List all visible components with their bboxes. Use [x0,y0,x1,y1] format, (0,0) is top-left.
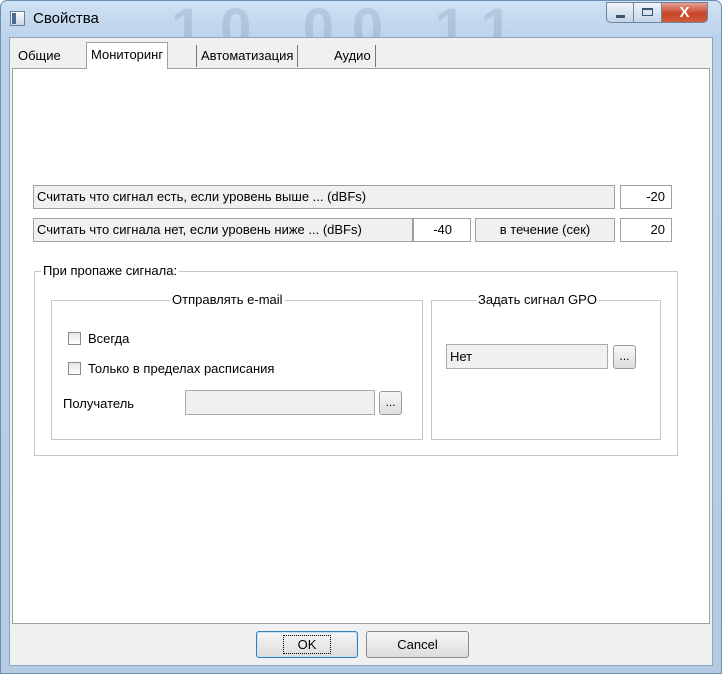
schedule-checkbox[interactable] [68,362,81,375]
monitoring-tab-page: Считать что сигнал есть, если уровень вы… [12,68,710,624]
title-bar[interactable]: Свойства 10 00 11 X [1,0,721,59]
signal-present-threshold-input[interactable]: -20 [620,185,672,209]
signal-absent-label: Считать что сигнала нет, если уровень ни… [33,218,413,242]
tab-audio[interactable]: Аудио [330,45,376,67]
tab-automation[interactable]: Автоматизация [196,45,299,67]
dialog-client-area: Общие Мониторинг Автоматизация Аудио Счи… [9,37,713,666]
maximize-button[interactable] [634,2,662,23]
recipient-field[interactable] [185,390,375,415]
properties-window: Свойства 10 00 11 X Общие Мониторинг Авт… [0,0,722,674]
caption-buttons: X [606,2,708,24]
duration-label: в течение (сек) [475,218,615,242]
ok-button-label: OK [282,635,332,654]
always-checkbox-label: Всегда [88,331,130,346]
always-option[interactable]: Всегда [68,331,129,346]
email-group-legend: Отправлять e-mail [170,292,285,308]
close-icon: X [679,4,690,21]
gpo-group-legend: Задать сигнал GPO [476,292,599,308]
always-checkbox[interactable] [68,332,81,345]
cancel-button[interactable]: Cancel [366,631,469,658]
gpo-browse-button[interactable]: ... [613,345,636,369]
minimize-button[interactable] [606,2,634,23]
minimize-icon [616,15,625,18]
schedule-checkbox-label: Только в пределах расписания [88,361,275,376]
duration-seconds-input[interactable]: 20 [620,218,672,242]
signal-loss-legend: При пропаже сигнала: [41,263,180,279]
recipient-browse-button[interactable]: ... [379,391,402,415]
recipient-label: Получатель [63,396,135,411]
dialog-button-bar: OK Cancel [10,626,712,665]
schedule-option[interactable]: Только в пределах расписания [68,361,274,376]
window-app-icon[interactable] [10,11,25,26]
window-title: Свойства [33,10,99,27]
email-group: Отправлять e-mail Всегда Только в предел… [51,292,423,440]
gpo-value-field[interactable]: Нет [446,344,608,369]
tab-monitoring[interactable]: Мониторинг [86,42,169,69]
signal-loss-group: При пропаже сигнала: Отправлять e-mail В… [34,263,678,456]
gpo-group: Задать сигнал GPO Нет ... [431,292,661,440]
ok-button[interactable]: OK [256,631,358,658]
maximize-icon [642,8,653,16]
tab-general[interactable]: Общие [14,45,65,67]
signal-absent-threshold-input[interactable]: -40 [413,218,471,242]
signal-present-label: Считать что сигнал есть, если уровень вы… [33,185,615,209]
close-button[interactable]: X [662,2,708,23]
